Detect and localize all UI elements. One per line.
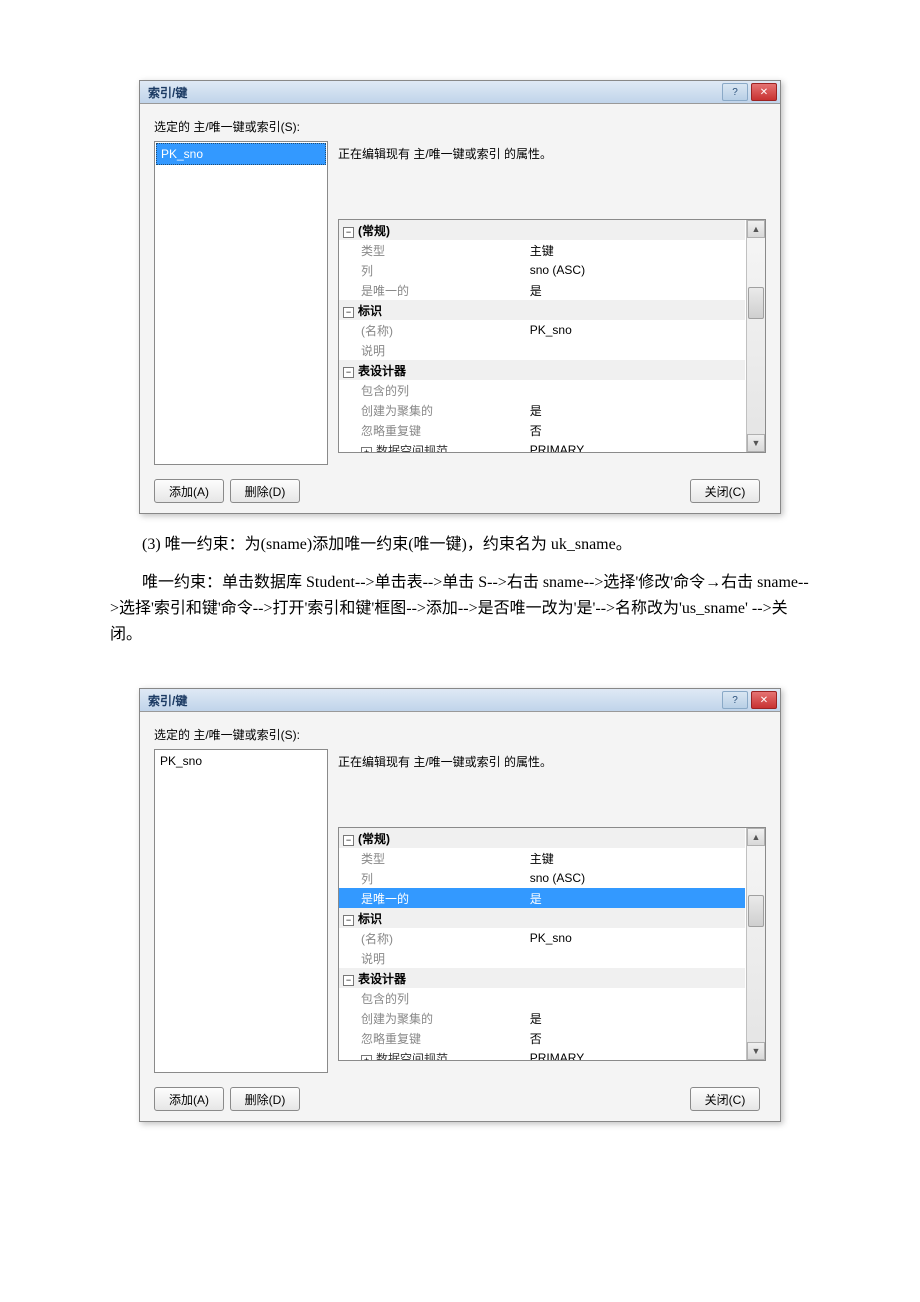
dialog-title: 索引/键 (148, 692, 722, 709)
prop-data-space-spec[interactable]: +数据空间规范PRIMARY (339, 1048, 745, 1061)
list-label: 选定的 主/唯一键或索引(S): (154, 118, 766, 135)
scroll-up-icon[interactable]: ▲ (747, 828, 765, 846)
collapse-icon[interactable]: − (343, 915, 354, 926)
scroll-down-icon[interactable]: ▼ (747, 1042, 765, 1060)
titlebar[interactable]: 索引/键 ? ✕ (140, 81, 780, 104)
property-grid[interactable]: −(常规) 类型主键 列sno (ASC) 是唯一的是 −标识 (名称)PK_s… (338, 219, 766, 453)
paragraph-3-heading: (3) 唯一约束：为(sname)添加唯一约束(唯一键)，约束名为 uk_sna… (110, 532, 810, 558)
delete-button[interactable]: 删除(D) (230, 479, 300, 503)
list-label: 选定的 主/唯一键或索引(S): (154, 726, 766, 743)
group-table-designer[interactable]: −表设计器 (339, 968, 745, 988)
add-button[interactable]: 添加(A) (154, 479, 224, 503)
help-icon[interactable]: ? (722, 83, 748, 101)
collapse-icon[interactable]: − (343, 367, 354, 378)
description-text: 正在编辑现有 主/唯一键或索引 的属性。 (338, 141, 766, 219)
scroll-up-icon[interactable]: ▲ (747, 220, 765, 238)
help-icon[interactable]: ? (722, 691, 748, 709)
prop-included-columns[interactable]: 包含的列 (339, 380, 745, 400)
prop-name[interactable]: (名称)PK_sno (339, 320, 745, 340)
button-row: 添加(A) 删除(D) 关闭(C) (154, 1087, 766, 1111)
group-general[interactable]: −(常规) (339, 220, 745, 240)
description-text: 正在编辑现有 主/唯一键或索引 的属性。 (338, 749, 766, 827)
prop-is-unique[interactable]: 是唯一的是 (339, 888, 745, 908)
close-icon[interactable]: ✕ (751, 83, 777, 101)
close-button[interactable]: 关闭(C) (690, 1087, 760, 1111)
prop-column[interactable]: 列sno (ASC) (339, 868, 745, 888)
prop-description[interactable]: 说明 (339, 948, 745, 968)
prop-ignore-dup-key[interactable]: 忽略重复键否 (339, 1028, 745, 1048)
scroll-down-icon[interactable]: ▼ (747, 434, 765, 452)
delete-button[interactable]: 删除(D) (230, 1087, 300, 1111)
prop-clustered[interactable]: 创建为聚集的是 (339, 400, 745, 420)
prop-type[interactable]: 类型主键 (339, 240, 745, 260)
collapse-icon[interactable]: − (343, 835, 354, 846)
scrollbar[interactable]: ▲ ▼ (746, 220, 765, 452)
list-item[interactable]: PK_sno (156, 751, 326, 771)
scrollbar[interactable]: ▲ ▼ (746, 828, 765, 1060)
keys-listbox[interactable]: PK_sno (154, 141, 328, 465)
expand-icon[interactable]: + (361, 447, 372, 454)
index-keys-dialog-1: 索引/键 ? ✕ 选定的 主/唯一键或索引(S): PK_sno 正在编辑现有 … (139, 80, 781, 514)
prop-column[interactable]: 列sno (ASC) (339, 260, 745, 280)
prop-ignore-dup-key[interactable]: 忽略重复键否 (339, 420, 745, 440)
scroll-thumb[interactable] (748, 287, 764, 319)
paragraph-3-body: 唯一约束：单击数据库 Student-->单击表-->单击 S-->右击 sna… (110, 570, 810, 648)
group-table-designer[interactable]: −表设计器 (339, 360, 745, 380)
dialog-content: 选定的 主/唯一键或索引(S): PK_sno 正在编辑现有 主/唯一键或索引 … (140, 712, 780, 1121)
group-general[interactable]: −(常规) (339, 828, 745, 848)
group-identity[interactable]: −标识 (339, 300, 745, 320)
prop-description[interactable]: 说明 (339, 340, 745, 360)
prop-type[interactable]: 类型主键 (339, 848, 745, 868)
list-item[interactable]: PK_sno (156, 143, 326, 165)
prop-included-columns[interactable]: 包含的列 (339, 988, 745, 1008)
index-keys-dialog-2: 索引/键 ? ✕ 选定的 主/唯一键或索引(S): PK_sno 正在编辑现有 … (139, 688, 781, 1122)
prop-name[interactable]: (名称)PK_sno (339, 928, 745, 948)
close-button[interactable]: 关闭(C) (690, 479, 760, 503)
close-icon[interactable]: ✕ (751, 691, 777, 709)
add-button[interactable]: 添加(A) (154, 1087, 224, 1111)
window-buttons: ? ✕ (722, 691, 777, 709)
button-row: 添加(A) 删除(D) 关闭(C) (154, 479, 766, 503)
window-buttons: ? ✕ (722, 83, 777, 101)
prop-data-space-spec[interactable]: +数据空间规范PRIMARY (339, 440, 745, 453)
group-identity[interactable]: −标识 (339, 908, 745, 928)
dialog-content: 选定的 主/唯一键或索引(S): PK_sno 正在编辑现有 主/唯一键或索引 … (140, 104, 780, 513)
property-grid[interactable]: −(常规) 类型主键 列sno (ASC) 是唯一的是 −标识 (名称)PK_s… (338, 827, 766, 1061)
expand-icon[interactable]: + (361, 1055, 372, 1062)
prop-is-unique[interactable]: 是唯一的是 (339, 280, 745, 300)
keys-listbox[interactable]: PK_sno (154, 749, 328, 1073)
collapse-icon[interactable]: − (343, 975, 354, 986)
prop-clustered[interactable]: 创建为聚集的是 (339, 1008, 745, 1028)
dialog-title: 索引/键 (148, 84, 722, 101)
titlebar[interactable]: 索引/键 ? ✕ (140, 689, 780, 712)
collapse-icon[interactable]: − (343, 307, 354, 318)
scroll-thumb[interactable] (748, 895, 764, 927)
collapse-icon[interactable]: − (343, 227, 354, 238)
